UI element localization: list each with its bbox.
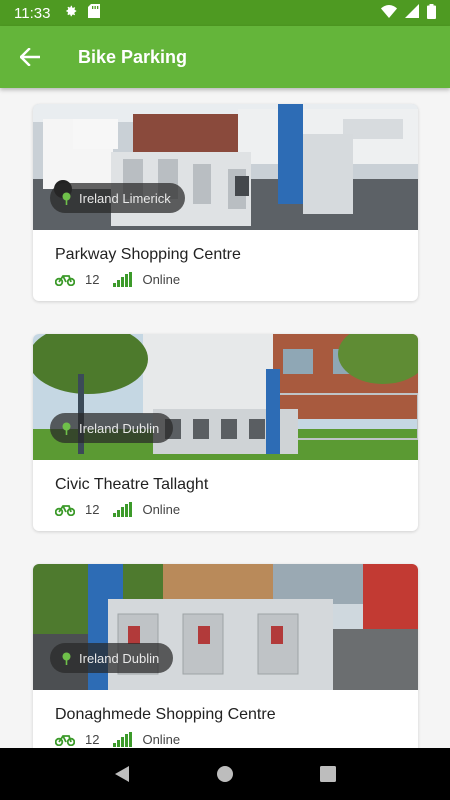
bicycle-icon (55, 274, 75, 286)
card-title: Civic Theatre Tallaght (55, 476, 209, 493)
parking-card[interactable]: Ireland Dublin Donaghmede Shopping Centr… (33, 564, 418, 748)
bike-count: 12 (85, 272, 100, 287)
nav-home-button[interactable] (205, 754, 245, 794)
parking-photo: Ireland Dublin (33, 564, 418, 690)
square-recents-icon (320, 766, 337, 782)
parking-card[interactable]: Ireland Dublin Civic Theatre Tallaght 12… (33, 334, 418, 531)
arrow-back-icon (20, 48, 40, 66)
parking-photo: Ireland Dublin (33, 334, 418, 460)
back-button[interactable] (0, 26, 60, 88)
wifi-icon (381, 4, 397, 22)
nav-back-button[interactable] (102, 754, 142, 794)
system-nav-bar (0, 748, 450, 800)
card-title: Donaghmede Shopping Centre (55, 706, 276, 723)
battery-icon (427, 3, 436, 23)
parking-card[interactable]: Ireland Limerick Parkway Shopping Centre… (33, 104, 418, 301)
settings-icon (64, 4, 78, 22)
page-title: Bike Parking (78, 46, 188, 67)
location-chip: Ireland Dublin (50, 413, 174, 443)
map-pin-icon (62, 422, 71, 435)
nav-recents-button[interactable] (308, 754, 348, 794)
signal-bars-icon (113, 732, 133, 747)
bike-count: 12 (85, 502, 100, 517)
map-pin-icon (62, 652, 71, 665)
location-label: Ireland Dublin (79, 420, 160, 436)
status-label: Online (142, 502, 181, 517)
location-chip: Ireland Limerick (50, 183, 185, 213)
signal-icon (405, 4, 419, 22)
map-pin-icon (62, 192, 71, 205)
location-label: Ireland Dublin (79, 650, 160, 666)
signal-bars-icon (113, 272, 133, 287)
status-label: Online (142, 732, 181, 747)
parking-list[interactable]: Ireland Limerick Parkway Shopping Centre… (0, 88, 450, 748)
status-label: Online (142, 272, 181, 287)
parking-photo: Ireland Limerick (33, 104, 418, 230)
location-chip: Ireland Dublin (50, 643, 174, 673)
triangle-back-icon (114, 766, 129, 782)
status-bar: 11:33 (0, 0, 450, 26)
status-time: 11:33 (14, 4, 51, 22)
app-bar: Bike Parking (0, 26, 450, 88)
location-label: Ireland Limerick (79, 190, 171, 206)
bicycle-icon (55, 734, 75, 746)
bike-count: 12 (85, 732, 100, 747)
signal-bars-icon (113, 502, 133, 517)
card-title: Parkway Shopping Centre (55, 246, 241, 263)
circle-home-icon (216, 766, 233, 782)
bicycle-icon (55, 504, 75, 516)
sd-card-icon (88, 4, 101, 22)
